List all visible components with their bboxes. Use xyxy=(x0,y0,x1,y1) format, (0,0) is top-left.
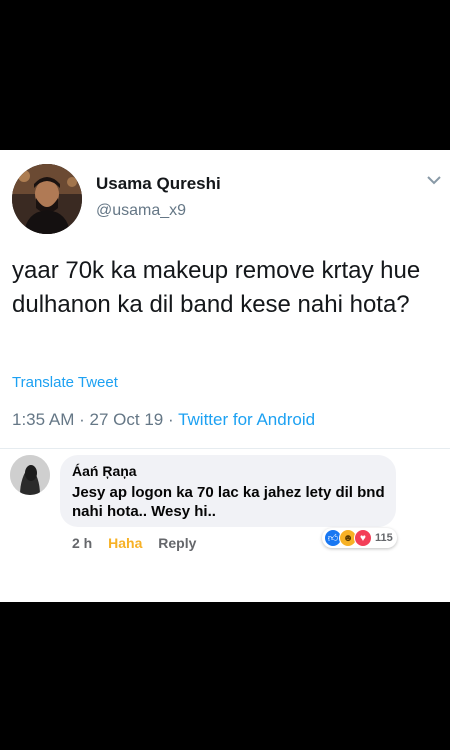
comment-text: Jesy ap logon ka 70 lac ka jahez lety di… xyxy=(72,484,385,520)
commenter-avatar-photo xyxy=(10,455,50,495)
tweet-meta: 1:35 AM · 27 Oct 19 · Twitter for Androi… xyxy=(12,410,315,430)
author-name[interactable]: Usama Qureshi xyxy=(96,174,221,194)
author-handle[interactable]: @usama_x9 xyxy=(96,202,186,220)
commenter-name[interactable]: Áań Ŗaņa xyxy=(72,463,137,479)
tweet-time: 1:35 AM xyxy=(12,410,75,429)
translate-tweet-link[interactable]: Translate Tweet xyxy=(12,374,118,391)
meta-separator: · xyxy=(79,410,85,429)
divider xyxy=(0,448,450,449)
comment-actions: 2 h Haha Reply xyxy=(72,535,208,551)
comment-bubble: Áań Ŗaņa Jesy ap logon ka 70 lac ka jahe… xyxy=(60,455,396,527)
tweet-text: yaar 70k ka makeup remove krtay hue dulh… xyxy=(12,257,421,318)
reply-button[interactable]: Reply xyxy=(158,535,196,551)
comment-time: 2 h xyxy=(72,535,93,551)
love-icon: ♥ xyxy=(354,529,372,547)
commenter-avatar[interactable] xyxy=(10,455,50,495)
avatar-photo xyxy=(12,164,82,234)
tweet-source-link[interactable]: Twitter for Android xyxy=(178,410,315,429)
reaction-summary[interactable]: 👍︎ ☻ ♥ 115 xyxy=(322,528,397,548)
chevron-down-icon[interactable] xyxy=(426,174,442,186)
tweet-card: Usama Qureshi @usama_x9 yaar 70k ka make… xyxy=(0,150,450,602)
reaction-count: 115 xyxy=(375,532,393,544)
haha-reaction-button[interactable]: Haha xyxy=(108,535,142,551)
author-avatar[interactable] xyxy=(12,164,82,234)
meta-separator: · xyxy=(167,410,174,429)
tweet-date: 27 Oct 19 xyxy=(89,410,164,429)
